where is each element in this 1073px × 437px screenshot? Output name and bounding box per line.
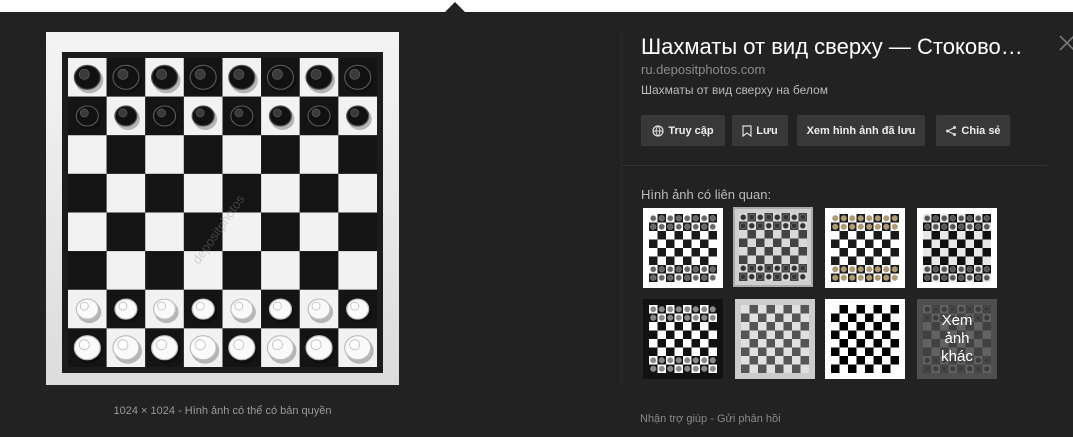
related-thumb-2[interactable] (733, 207, 813, 287)
more-images-button[interactable]: Xem ảnh khác (917, 299, 997, 379)
main-image[interactable]: depositphotos (46, 32, 399, 385)
close-icon[interactable] (1058, 34, 1073, 52)
horizontal-divider (622, 165, 1047, 166)
meta-separator: - (178, 405, 182, 417)
visit-button[interactable]: Truy cập (641, 115, 725, 146)
visit-label: Truy cập (668, 124, 714, 137)
view-saved-button[interactable]: Xem hình ảnh đã lưu (797, 115, 925, 146)
related-thumb-3[interactable] (825, 208, 905, 288)
globe-icon (652, 124, 664, 137)
image-viewer-panel: depositphotos 1024 × 1024 - Hình ảnh có … (0, 12, 1073, 437)
related-thumb-1[interactable] (643, 208, 723, 288)
chessboard-image: depositphotos (62, 52, 383, 373)
copyright-link[interactable]: Hình ảnh có thể có bản quyền (185, 405, 332, 417)
related-images-label: Hình ảnh có liên quan: (641, 187, 772, 202)
source-domain[interactable]: ru.depositphotos.com (641, 62, 765, 77)
panel-pointer (445, 2, 465, 12)
share-icon (945, 125, 957, 137)
save-button[interactable]: Lưu (732, 115, 788, 146)
image-meta: 1024 × 1024 - Hình ảnh có thể có bản quy… (46, 405, 399, 417)
image-dimensions: 1024 × 1024 (113, 405, 175, 417)
related-thumb-6[interactable] (735, 299, 815, 379)
related-thumb-7[interactable] (825, 299, 905, 379)
bookmark-icon (742, 124, 752, 137)
vertical-divider (621, 32, 622, 384)
more-images-label: Xem ảnh khác (917, 299, 997, 379)
image-title[interactable]: Шахматы от вид сверху — Стоковое фото (641, 34, 1026, 60)
view-saved-label: Xem hình ảnh đã lưu (806, 124, 916, 137)
share-button[interactable]: Chia sẻ (936, 115, 1010, 146)
save-label: Lưu (756, 124, 778, 137)
footer-separator: - (710, 413, 714, 425)
feedback-link[interactable]: Gửi phản hồi (717, 413, 781, 425)
share-label: Chia sẻ (961, 124, 1001, 137)
related-thumb-5[interactable] (643, 299, 723, 379)
help-link[interactable]: Nhận trợ giúp (640, 413, 707, 425)
footer: Nhận trợ giúp - Gửi phản hồi (640, 413, 781, 425)
image-description: Шахматы от вид сверху на белом (641, 83, 828, 97)
related-thumb-4[interactable] (917, 208, 997, 288)
